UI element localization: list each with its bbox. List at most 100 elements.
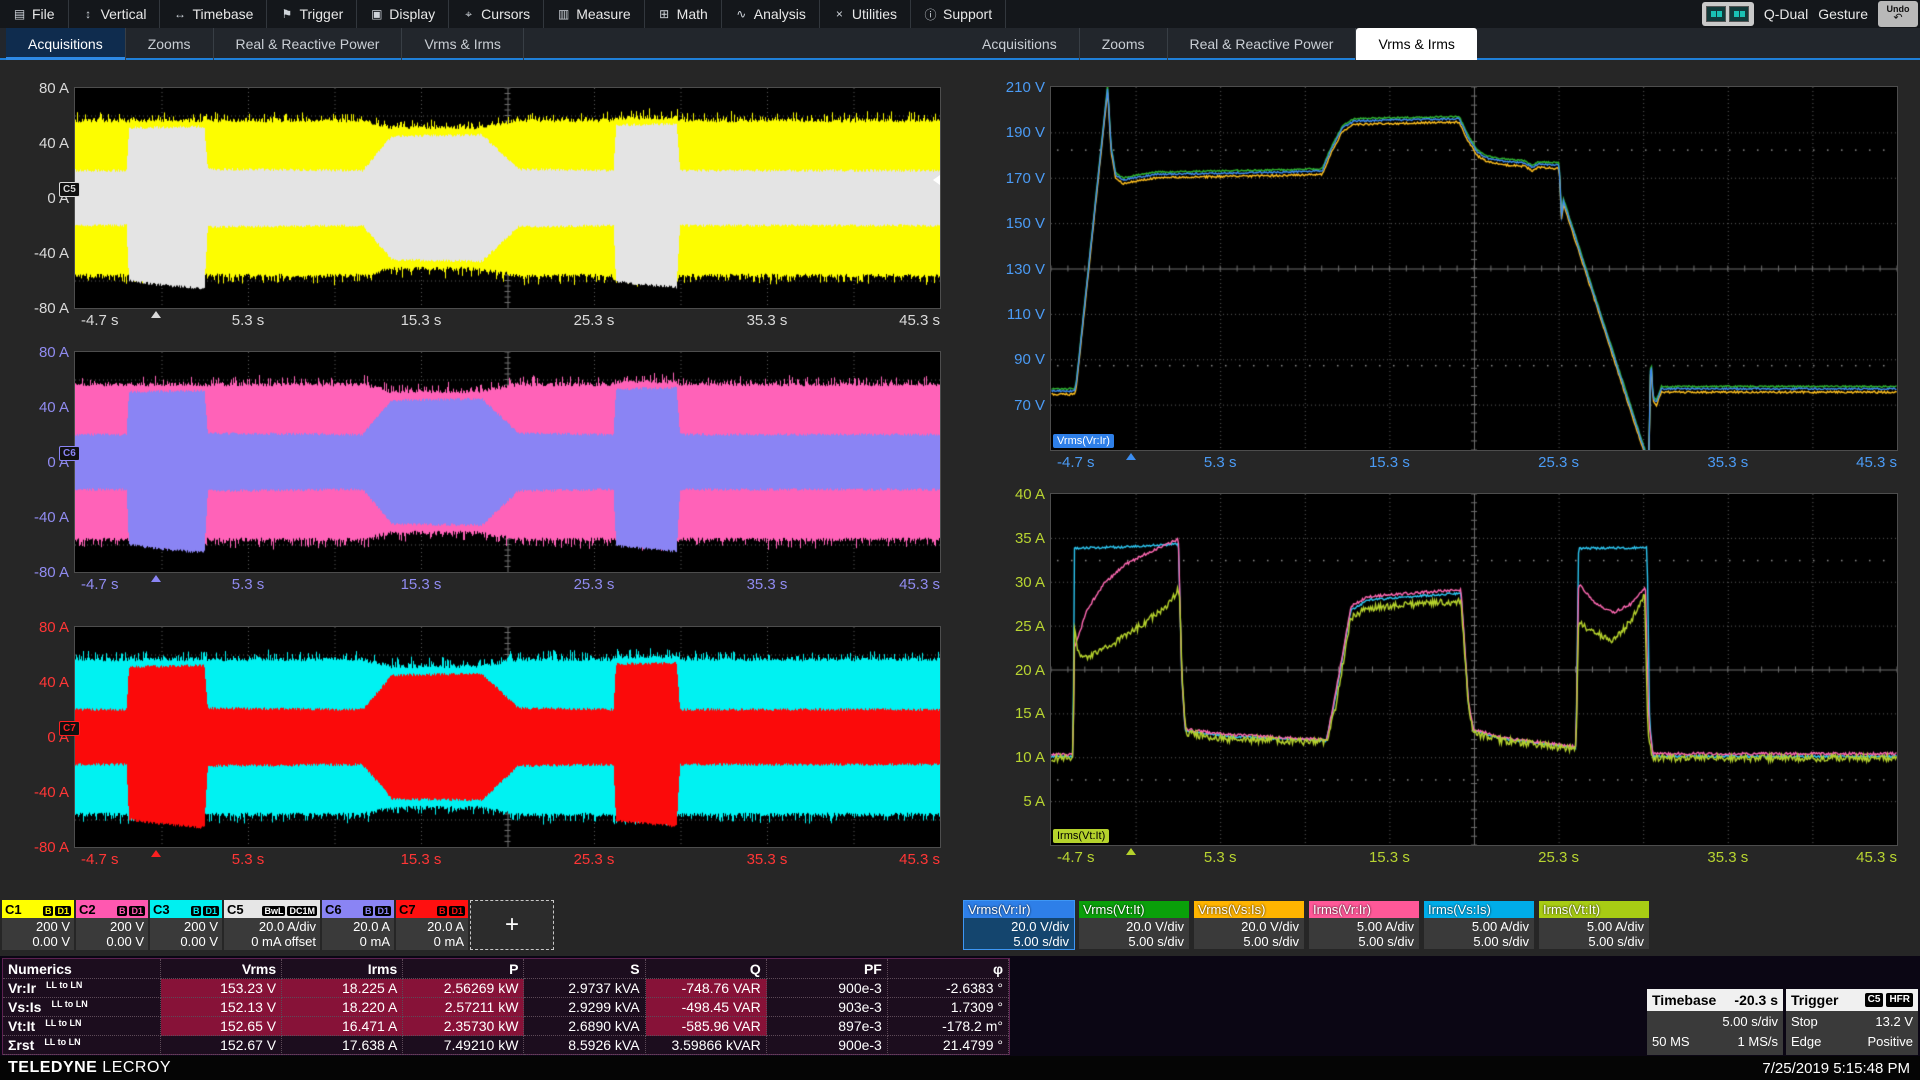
waveform-grid-band3[interactable] [75,627,940,847]
function-vscale: 5.00 A/div [1309,919,1414,934]
function-vscale: 5.00 A/div [1424,919,1529,934]
x-tick-label: 25.3 s [574,576,615,593]
numerics-value: 897e-3 [767,1017,888,1036]
numerics-row-label[interactable]: Vr:IrLL to LN [3,979,161,998]
analysis-icon: ∿ [735,7,748,21]
tab-zooms[interactable]: Zooms [1080,28,1168,60]
scope-screen-icon [1729,6,1749,22]
trace-badge[interactable]: Irms(Vt:It) [1053,829,1109,843]
trigger-coupling-badge: HFR [1886,993,1913,1007]
function-settings: 20.0 V/div5.00 s/div [964,918,1074,949]
menu-item-analysis[interactable]: ∿Analysis [722,0,820,28]
function-settings: 20.0 V/div5.00 s/div [1194,918,1304,949]
channel-badge: B [437,906,448,916]
trace-badge[interactable]: Vrms(Vr:Ir) [1053,434,1114,448]
menu-item-vertical[interactable]: ↕Vertical [69,0,161,28]
numerics-value: 153.23 V [161,979,282,998]
zero-level-marker-c5[interactable]: C5 [59,182,80,197]
support-icon: ⓘ [924,6,937,23]
trigger-time-marker[interactable] [1126,848,1136,855]
numerics-row-label[interactable]: Vt:ItLL to LN [3,1017,161,1036]
tab-zooms[interactable]: Zooms [126,28,214,60]
channel-scale: 20.0 A [396,919,464,934]
trigger-time-marker[interactable] [151,311,161,318]
tab-real-reactive-power[interactable]: Real & Reactive Power [214,28,403,60]
trigger-level-marker[interactable] [933,175,940,185]
qdual-label[interactable]: Q-Dual [1764,6,1808,22]
gesture-button[interactable]: Gesture [1818,6,1868,22]
channel-offset: 0.00 V [76,934,144,949]
trigger-source-badge: C5 [1865,993,1884,1007]
function-vscale: 20.0 V/div [1194,919,1299,934]
x-tick-label: 15.3 s [1369,849,1410,866]
channel-box-c5[interactable]: C5BwLDC1M20.0 A/div0 mA offset [224,900,320,950]
channel-box-c2[interactable]: C2BD1200 V0.00 V [76,900,148,950]
x-tick-label: 45.3 s [899,576,940,593]
tab-vrms-irms[interactable]: Vrms & Irms [402,28,523,60]
numerics-value: 21.4799 ° [888,1036,1009,1055]
tab-vrms-irms[interactable]: Vrms & Irms [1356,28,1476,60]
channel-box-c7[interactable]: C7BD120.0 A0 mA [396,900,468,950]
x-tick-label: 45.3 s [1856,454,1897,471]
measure-range-label: LL to LN [46,980,82,990]
function-vscale: 5.00 A/div [1539,919,1644,934]
trigger-time-marker[interactable] [1126,453,1136,460]
numerics-value: 16.471 A [282,1017,403,1036]
x-tick-label: 5.3 s [1204,849,1237,866]
menu-item-support[interactable]: ⓘSupport [911,0,1006,28]
channel-settings: 20.0 A0 mA [396,918,468,950]
timebase-title: Timebase [1652,992,1716,1008]
x-tick-label: 45.3 s [899,851,940,868]
channel-badge: D1 [203,906,219,916]
waveform-grid-irms[interactable] [1051,494,1897,845]
trigger-time-marker[interactable] [151,575,161,582]
function-box-5[interactable]: Irms(Vt:It)5.00 A/div5.00 s/div [1538,900,1650,950]
trigger-box[interactable]: Trigger C5 HFR Stop 13.2 V Edge Positive [1786,989,1918,1055]
y-tick-label: 40 A [39,399,69,416]
zero-level-marker-c7[interactable]: C7 [59,721,80,736]
measure-pair-label: Vs:Is [8,999,41,1015]
function-box-2[interactable]: Vrms(Vs:Is)20.0 V/div5.00 s/div [1193,900,1305,950]
timebase-box[interactable]: Timebase -20.3 s 5.00 s/div 50 MS 1 MS/s [1647,989,1783,1055]
add-trace-button[interactable]: + [470,900,554,950]
menu-bar: ▤File↕Vertical↔Timebase⚑Trigger▣Display⌖… [0,0,1920,28]
function-header: Vrms(Vr:Ir) [964,901,1074,918]
channel-settings: 200 V0.00 V [76,918,148,950]
menu-item-label: Trigger [299,6,343,22]
waveform-grid-vrms[interactable] [1051,87,1897,450]
waveform-grid-band1[interactable] [75,88,940,308]
channel-box-c3[interactable]: C3BD1200 V0.00 V [150,900,222,950]
menu-item-trigger[interactable]: ⚑Trigger [267,0,357,28]
zero-level-marker-c6[interactable]: C6 [59,446,80,461]
channel-scale: 200 V [150,919,218,934]
channel-scale: 20.0 A [322,919,390,934]
x-tick-label: 5.3 s [232,312,265,329]
function-box-4[interactable]: Irms(Vs:Is)5.00 A/div5.00 s/div [1423,900,1535,950]
menu-item-timebase[interactable]: ↔Timebase [160,0,267,28]
menu-item-label: File [32,6,55,22]
numerics-value: 2.9737 kVA [524,979,645,998]
channel-box-c6[interactable]: C6BD120.0 A0 mA [322,900,394,950]
waveform-grid-band2[interactable] [75,352,940,572]
trigger-time-marker[interactable] [151,850,161,857]
menu-item-file[interactable]: ▤File [0,0,69,28]
tab-acquisitions[interactable]: Acquisitions [6,28,126,60]
menu-item-utilities[interactable]: ×Utilities [820,0,911,28]
menu-item-display[interactable]: ▣Display [357,0,449,28]
numerics-row-label[interactable]: Vs:IsLL to LN [3,998,161,1017]
x-tick-label: 45.3 s [899,312,940,329]
function-vscale: 20.0 V/div [964,919,1069,934]
qdual-button[interactable] [1702,2,1754,26]
channel-box-c1[interactable]: C1BD1200 V0.00 V [2,900,74,950]
channel-header: C1BD1 [2,900,74,918]
numerics-row-label[interactable]: ΣrstLL to LN [3,1036,161,1055]
function-box-1[interactable]: Vrms(Vt:It)20.0 V/div5.00 s/div [1078,900,1190,950]
tab-real-reactive-power[interactable]: Real & Reactive Power [1168,28,1357,60]
tab-acquisitions[interactable]: Acquisitions [960,28,1080,60]
function-box-0[interactable]: Vrms(Vr:Ir)20.0 V/div5.00 s/div [963,900,1075,950]
menu-item-measure[interactable]: ▥Measure [544,0,644,28]
undo-button[interactable]: Undo ↶ [1878,1,1918,27]
menu-item-cursors[interactable]: ⌖Cursors [449,0,544,28]
function-box-3[interactable]: Irms(Vr:Ir)5.00 A/div5.00 s/div [1308,900,1420,950]
menu-item-math[interactable]: ⊞Math [645,0,722,28]
